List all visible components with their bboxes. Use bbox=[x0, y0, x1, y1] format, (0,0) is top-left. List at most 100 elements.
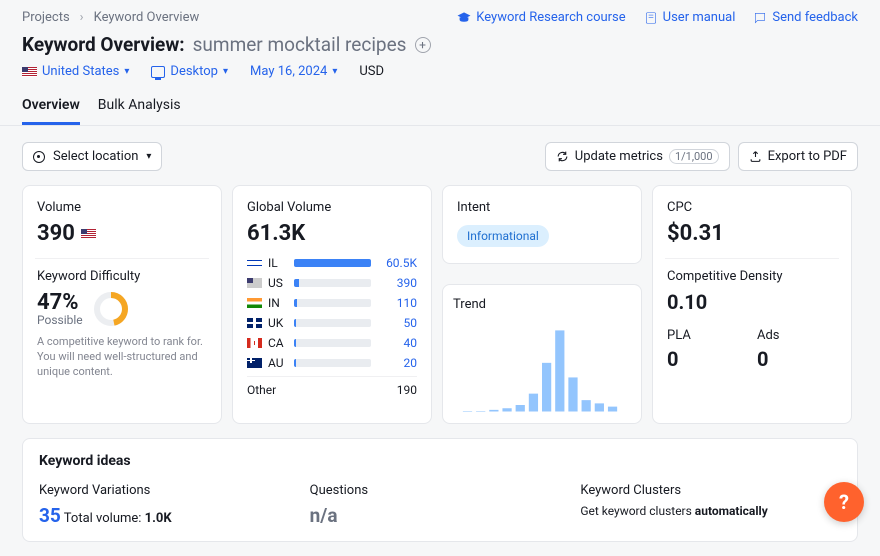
breadcrumb-projects[interactable]: Projects bbox=[22, 10, 70, 25]
ki-variations-count[interactable]: 35 bbox=[39, 504, 61, 527]
global-volume-label: Global Volume bbox=[247, 200, 417, 215]
ki-clusters: Keyword Clusters Get keyword clusters au… bbox=[580, 483, 841, 527]
flag-il-icon bbox=[247, 258, 262, 268]
card-trend: Trend bbox=[442, 284, 642, 424]
graduation-icon bbox=[457, 11, 471, 25]
flag-in-icon bbox=[247, 298, 262, 308]
gv-value[interactable]: 50 bbox=[377, 316, 417, 330]
chevron-down-icon: ▾ bbox=[223, 66, 228, 77]
gv-country: AU bbox=[268, 356, 288, 370]
filter-country[interactable]: United States ▾ bbox=[22, 64, 129, 79]
flag-us-icon bbox=[22, 67, 37, 77]
breadcrumb-current: Keyword Overview bbox=[94, 10, 200, 25]
flag-ca-icon bbox=[247, 338, 262, 348]
gv-value[interactable]: 110 bbox=[377, 296, 417, 310]
breadcrumb: Projects › Keyword Overview bbox=[22, 10, 199, 25]
export-icon bbox=[749, 150, 762, 163]
intent-label: Intent bbox=[457, 200, 627, 215]
gv-bar bbox=[294, 359, 371, 367]
chevron-down-icon: ▾ bbox=[332, 66, 337, 77]
update-metrics-button[interactable]: Update metrics 1/1,000 bbox=[545, 142, 730, 171]
kd-rating: Possible bbox=[37, 313, 83, 327]
gv-value[interactable]: 60.5K bbox=[377, 256, 417, 270]
flag-us-icon bbox=[81, 229, 96, 239]
trend-chart bbox=[453, 320, 631, 412]
flag-us-icon bbox=[247, 278, 262, 288]
filter-date[interactable]: May 16, 2024 ▾ bbox=[250, 64, 337, 79]
card-volume: Volume 390 Keyword Difficulty 47% Possib… bbox=[22, 185, 222, 424]
update-metrics-count: 1/1,000 bbox=[669, 149, 719, 164]
add-keyword-button[interactable]: + bbox=[415, 37, 431, 53]
filter-device[interactable]: Desktop ▾ bbox=[151, 64, 228, 79]
ki-variations: Keyword Variations 35 Total volume: 1.0K bbox=[39, 483, 300, 527]
keyword-ideas-title: Keyword ideas bbox=[39, 453, 841, 469]
cpc-value: $0.31 bbox=[667, 221, 837, 246]
card-keyword-ideas: Keyword ideas Keyword Variations 35 Tota… bbox=[22, 438, 858, 542]
gv-bar bbox=[294, 279, 371, 287]
top-links: Keyword Research course User manual Send… bbox=[457, 10, 858, 25]
tab-overview[interactable]: Overview bbox=[22, 89, 80, 125]
global-volume-value: 61.3K bbox=[247, 221, 417, 246]
gv-country: US bbox=[268, 276, 288, 290]
pla-label: PLA bbox=[667, 328, 747, 343]
gv-country: IL bbox=[268, 256, 288, 270]
ki-clusters-desc: Get keyword clusters automatically bbox=[580, 504, 841, 518]
kd-description: A competitive keyword to rank for. You w… bbox=[37, 335, 207, 380]
comp-density-value: 0.10 bbox=[667, 290, 837, 314]
pla-value: 0 bbox=[667, 347, 747, 371]
currency-label: USD bbox=[359, 64, 384, 79]
ki-variations-label: Keyword Variations bbox=[39, 483, 300, 498]
volume-label: Volume bbox=[37, 200, 207, 215]
intent-value: Informational bbox=[457, 225, 549, 247]
trend-label: Trend bbox=[453, 297, 631, 312]
ads-label: Ads bbox=[757, 328, 837, 343]
gv-value[interactable]: 20 bbox=[377, 356, 417, 370]
ki-variations-total-label: Total volume: bbox=[64, 511, 142, 526]
gv-value[interactable]: 40 bbox=[377, 336, 417, 350]
ki-clusters-label: Keyword Clusters bbox=[580, 483, 841, 498]
link-feedback[interactable]: Send feedback bbox=[753, 10, 858, 25]
chevron-down-icon: ▾ bbox=[146, 151, 151, 162]
desktop-icon bbox=[151, 66, 165, 78]
kd-percent: 47% bbox=[37, 290, 83, 315]
gv-bar bbox=[294, 319, 371, 327]
gv-bar bbox=[294, 299, 371, 307]
kd-donut-icon bbox=[93, 291, 129, 327]
gv-other-label: Other bbox=[247, 383, 276, 397]
book-icon bbox=[644, 11, 658, 25]
chevron-down-icon: ▾ bbox=[124, 66, 129, 77]
gv-row: UK50 bbox=[247, 316, 417, 330]
gv-bar bbox=[294, 259, 371, 267]
tab-bulk-analysis[interactable]: Bulk Analysis bbox=[98, 89, 181, 125]
select-location-button[interactable]: Select location ▾ bbox=[22, 142, 162, 171]
gv-value[interactable]: 390 bbox=[377, 276, 417, 290]
cpc-label: CPC bbox=[667, 200, 837, 215]
card-intent: Intent Informational bbox=[442, 185, 642, 264]
volume-value: 390 bbox=[37, 221, 75, 246]
gv-row: US 390 bbox=[247, 276, 417, 290]
ki-variations-total-value: 1.0K bbox=[145, 511, 172, 526]
refresh-icon bbox=[556, 150, 569, 163]
keyword-text: summer mocktail recipes bbox=[193, 33, 407, 56]
link-course[interactable]: Keyword Research course bbox=[457, 10, 625, 25]
target-icon bbox=[33, 151, 45, 163]
gv-row: IL 60.5K bbox=[247, 256, 417, 270]
page-title: Keyword Overview: bbox=[22, 33, 185, 56]
gv-country: CA bbox=[268, 336, 288, 350]
card-cpc: CPC $0.31 Competitive Density 0.10 PLA 0… bbox=[652, 185, 852, 424]
flag-uk-icon bbox=[247, 318, 262, 328]
help-fab[interactable]: ? bbox=[824, 482, 864, 522]
flag-au-icon bbox=[247, 358, 262, 368]
gv-country: IN bbox=[268, 296, 288, 310]
card-global-volume: Global Volume 61.3K IL 60.5K US 390 IN 110 UK5… bbox=[232, 185, 432, 424]
ki-questions: Questions n/a bbox=[310, 483, 571, 527]
ki-questions-label: Questions bbox=[310, 483, 571, 498]
link-manual[interactable]: User manual bbox=[644, 10, 736, 25]
ads-value: 0 bbox=[757, 347, 837, 371]
gv-row: AU 20 bbox=[247, 356, 417, 370]
chevron-right-icon: › bbox=[80, 10, 84, 25]
chat-icon bbox=[753, 11, 767, 25]
gv-other-value: 190 bbox=[397, 383, 417, 397]
gv-row: CA 40 bbox=[247, 336, 417, 350]
export-pdf-button[interactable]: Export to PDF bbox=[738, 142, 858, 171]
